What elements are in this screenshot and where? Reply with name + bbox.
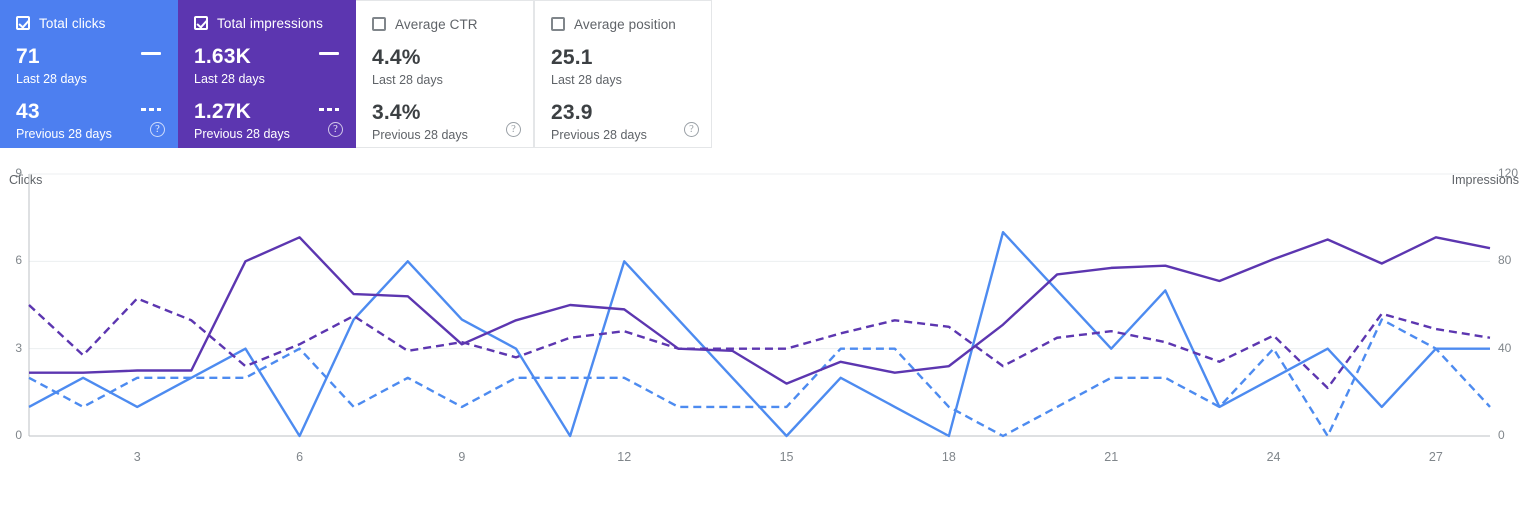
current-period-label: Last 28 days	[372, 73, 443, 87]
card-header: Total impressions	[194, 14, 339, 32]
previous-period-row: 3.4% Previous 28 days	[372, 89, 517, 144]
metric-card-average-position[interactable]: Average position 25.1 Last 28 days 23.9 …	[534, 0, 712, 148]
chart-series-line	[29, 236, 1491, 385]
metric-card-title: Average position	[574, 16, 676, 32]
previous-period-label: Previous 28 days	[372, 128, 468, 142]
current-period-block: 25.1 Last 28 days	[551, 46, 622, 89]
chart-series-line	[28, 231, 1490, 438]
metric-card-total-impressions[interactable]: Total impressions 1.63K Last 28 days 1.2…	[178, 0, 356, 148]
x-axis-tick: 3	[133, 450, 141, 464]
help-icon[interactable]: ?	[150, 122, 165, 137]
y-axis-left-tick: 9	[15, 166, 22, 180]
checkbox-average-position[interactable]	[551, 17, 565, 31]
previous-value: 3.4%	[372, 101, 421, 124]
current-period-label: Last 28 days	[194, 72, 265, 86]
current-value: 71	[16, 45, 40, 68]
y-axis-right-tick: 120	[1498, 166, 1519, 180]
help-icon[interactable]: ?	[328, 122, 343, 137]
y-axis-right-tick: 40	[1498, 340, 1512, 355]
x-axis-tick: 18	[941, 450, 956, 464]
metric-card-average-ctr[interactable]: Average CTR 4.4% Last 28 days 3.4% Previ…	[356, 0, 534, 148]
metric-card-title: Average CTR	[395, 16, 478, 32]
previous-period-label: Previous 28 days	[194, 127, 290, 141]
previous-period-label: Previous 28 days	[16, 127, 112, 141]
x-axis-tick: 24	[1266, 450, 1281, 464]
metric-cards-row: Total clicks 71 Last 28 days 43 Previous…	[0, 0, 713, 148]
previous-period-block: 1.27K Previous 28 days	[194, 100, 290, 143]
chart-plot	[28, 173, 1491, 438]
current-period-block: 1.63K Last 28 days	[194, 45, 265, 88]
previous-period-block: 43 Previous 28 days	[16, 100, 112, 143]
current-period-label: Last 28 days	[551, 73, 622, 87]
y-axis-right-tick: 0	[1498, 428, 1505, 442]
current-period-label: Last 28 days	[16, 72, 87, 86]
previous-period-row: 1.27K Previous 28 days	[194, 88, 339, 143]
previous-value: 1.27K	[194, 100, 252, 123]
checkbox-total-impressions[interactable]	[194, 16, 208, 30]
current-period-row: 4.4% Last 28 days	[372, 33, 517, 89]
previous-value: 43	[16, 100, 40, 123]
metric-card-title: Total impressions	[217, 15, 323, 31]
checkbox-average-ctr[interactable]	[372, 17, 386, 31]
y-axis-left-tick: 3	[15, 340, 22, 355]
x-axis-tick: 6	[296, 450, 304, 464]
card-header: Average position	[551, 15, 695, 33]
previous-period-row: 23.9 Previous 28 days	[551, 89, 695, 144]
previous-period-row: 43 Previous 28 days	[16, 88, 161, 143]
help-icon[interactable]: ?	[506, 122, 521, 137]
current-value: 1.63K	[194, 45, 252, 68]
previous-period-block: 3.4% Previous 28 days	[372, 101, 468, 144]
x-axis-tick: 27	[1428, 450, 1443, 464]
metric-card-total-clicks[interactable]: Total clicks 71 Last 28 days 43 Previous…	[0, 0, 178, 148]
performance-chart[interactable]: Clicks Impressions 0 3 6 9 0 40 80 120 3 6 9 12 15 18…	[0, 148, 1528, 506]
metric-card-title: Total clicks	[39, 15, 106, 31]
previous-period-block: 23.9 Previous 28 days	[551, 101, 647, 144]
x-axis-tick: 12	[617, 450, 632, 464]
legend-dashed-line-icon	[141, 108, 161, 111]
y-axis-left-tick: 6	[15, 253, 22, 268]
current-period-row: 1.63K Last 28 days	[194, 32, 339, 88]
current-period-row: 71 Last 28 days	[16, 32, 161, 88]
current-period-block: 4.4% Last 28 days	[372, 46, 443, 89]
y-axis-left-tick: 0	[15, 428, 22, 442]
current-value: 4.4%	[372, 46, 421, 69]
previous-period-label: Previous 28 days	[551, 128, 647, 142]
checkbox-total-clicks[interactable]	[16, 16, 30, 30]
help-icon[interactable]: ?	[684, 122, 699, 137]
current-period-row: 25.1 Last 28 days	[551, 33, 695, 89]
legend-solid-line-icon	[319, 52, 339, 55]
y-axis-right-tick: 80	[1498, 253, 1512, 268]
legend-solid-line-icon	[141, 52, 161, 55]
x-axis-tick: 9	[458, 450, 466, 464]
legend-dashed-line-icon	[319, 108, 339, 111]
x-axis-tick: 15	[779, 450, 794, 464]
chart-series-line	[28, 297, 1491, 390]
current-value: 25.1	[551, 46, 593, 69]
previous-value: 23.9	[551, 101, 593, 124]
card-header: Total clicks	[16, 14, 161, 32]
card-header: Average CTR	[372, 15, 517, 33]
current-period-block: 71 Last 28 days	[16, 45, 87, 88]
x-axis-tick: 21	[1104, 450, 1119, 464]
